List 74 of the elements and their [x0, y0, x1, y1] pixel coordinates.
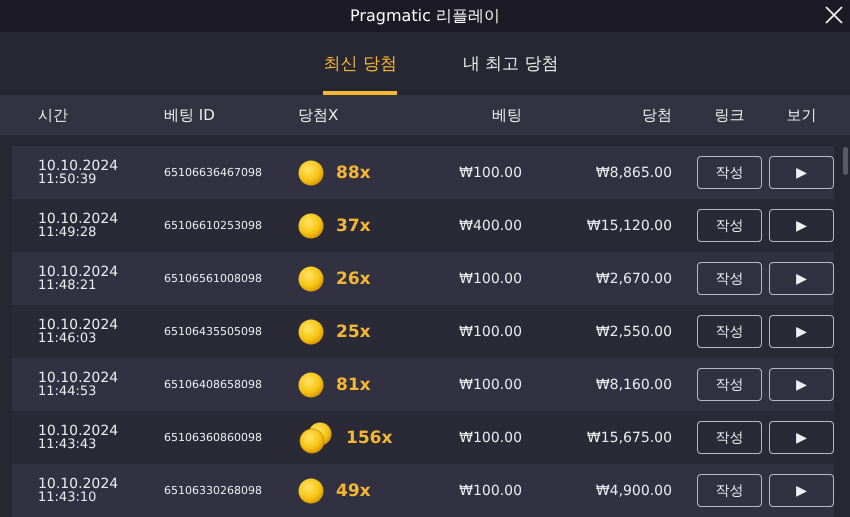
bet-amount: ₩100.00	[458, 430, 522, 446]
column-header: 베팅	[491, 106, 522, 124]
create-link-button[interactable]: 작성	[697, 421, 762, 454]
coin-icon	[298, 160, 324, 186]
bet-amount: ₩100.00	[458, 324, 522, 340]
time-text: 11:43:43	[38, 438, 98, 451]
multiplier: 37x	[336, 216, 371, 236]
coin-icon	[298, 212, 324, 238]
create-link-button[interactable]: 작성	[697, 156, 762, 189]
time-text: 11:49:28	[38, 226, 98, 239]
bet-amount: ₩100.00	[458, 270, 522, 286]
tab[interactable]: 내 최고 당첨	[462, 32, 559, 95]
bet-amount: ₩100.00	[458, 164, 522, 180]
column-header: 당첨X	[298, 106, 340, 124]
coin-icon	[298, 266, 324, 292]
win-amount: ₩2,670.00	[594, 270, 672, 286]
date-text: 10.10.2024	[38, 424, 120, 438]
column-header: 시간	[38, 106, 69, 124]
coins-icon	[298, 422, 334, 454]
win-amount: ₩8,160.00	[594, 376, 672, 392]
win-amount: ₩4,900.00	[594, 482, 672, 498]
date-text: 10.10.2024	[38, 371, 120, 385]
create-link-button[interactable]: 작성	[697, 262, 762, 295]
time-text: 11:50:39	[38, 173, 98, 186]
win-amount: ₩8,865.00	[594, 164, 672, 180]
multiplier: 81x	[336, 374, 371, 394]
close-icon[interactable]	[824, 5, 844, 25]
time-text: 11:46:03	[38, 332, 98, 345]
bet-id: 65106330268098	[164, 484, 263, 497]
bet-amount: ₩400.00	[458, 218, 522, 234]
multiplier: 88x	[336, 162, 371, 182]
bet-id: 65106360860098	[164, 431, 263, 444]
column-header: 보기	[786, 106, 818, 124]
bet-id: 65106561008098	[164, 272, 263, 285]
play-button[interactable]: ▶	[769, 209, 834, 242]
play-button[interactable]: ▶	[769, 368, 834, 401]
win-amount: ₩15,120.00	[586, 218, 672, 234]
column-header: 베팅 ID	[164, 106, 216, 124]
date-text: 10.10.2024	[38, 212, 120, 226]
create-link-button[interactable]: 작성	[697, 315, 762, 348]
time-text: 11:43:10	[38, 491, 98, 504]
play-button[interactable]: ▶	[769, 315, 834, 348]
bet-id: 65106636467098	[164, 166, 263, 179]
bet-id: 65106408658098	[164, 378, 263, 391]
play-button[interactable]: ▶	[769, 156, 834, 189]
play-button[interactable]: ▶	[769, 262, 834, 295]
date-text: 10.10.2024	[38, 477, 120, 491]
play-button[interactable]: ▶	[769, 474, 834, 507]
column-header: 링크	[714, 106, 746, 124]
multiplier: 26x	[336, 268, 371, 288]
bet-amount: ₩100.00	[458, 376, 522, 392]
coin-icon	[298, 478, 324, 504]
bet-amount: ₩100.00	[458, 482, 522, 498]
multiplier: 25x	[336, 322, 371, 342]
create-link-button[interactable]: 작성	[697, 209, 762, 242]
multiplier: 49x	[336, 480, 371, 500]
win-amount: ₩2,550.00	[594, 324, 672, 340]
create-link-button[interactable]: 작성	[697, 368, 762, 401]
create-link-button[interactable]: 작성	[697, 474, 762, 507]
date-text: 10.10.2024	[38, 265, 120, 279]
bet-id: 65106610253098	[164, 219, 263, 232]
multiplier: 156x	[346, 428, 392, 448]
time-text: 11:44:53	[38, 385, 98, 398]
column-header: 당첨	[641, 106, 672, 124]
coin-icon	[298, 372, 324, 398]
bet-id: 65106435505098	[164, 325, 263, 338]
date-text: 10.10.2024	[38, 318, 120, 332]
scrollbar[interactable]	[843, 147, 848, 175]
win-amount: ₩15,675.00	[586, 430, 672, 446]
time-text: 11:48:21	[38, 279, 98, 292]
play-button[interactable]: ▶	[769, 421, 834, 454]
coin-icon	[298, 318, 324, 344]
date-text: 10.10.2024	[38, 159, 120, 173]
window-title: Pragmatic 리플레이	[350, 6, 500, 26]
